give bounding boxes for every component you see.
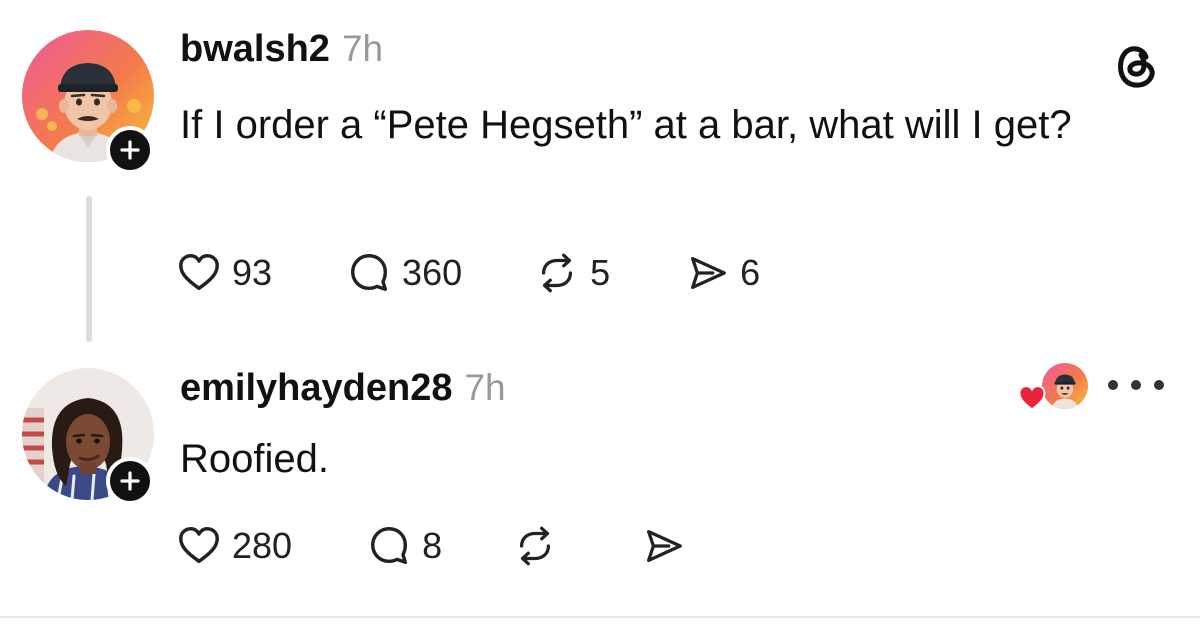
thread-reply: emilyhayden28 7h Roofied. 280 8 bbox=[0, 335, 1200, 624]
comment-bubble-icon bbox=[371, 527, 408, 565]
reply-count: 8 bbox=[422, 525, 443, 566]
username[interactable]: bwalsh2 bbox=[180, 28, 330, 71]
follow-button[interactable] bbox=[106, 457, 154, 505]
timestamp: 7h bbox=[341, 28, 384, 69]
timestamp: 7h bbox=[464, 367, 506, 408]
reply-button[interactable]: 8 bbox=[366, 521, 442, 571]
repost-count: 5 bbox=[590, 252, 611, 293]
more-dots-icon bbox=[1154, 380, 1164, 390]
repost-button[interactable]: 5 bbox=[534, 248, 610, 298]
thread-post: bwalsh2 7h If I order a “Pete Hegseth” a… bbox=[0, 0, 1200, 342]
username[interactable]: emilyhayden28 bbox=[180, 367, 452, 410]
like-count: 280 bbox=[232, 525, 293, 566]
post-header: emilyhayden28 7h bbox=[180, 367, 506, 410]
reply-button[interactable]: 360 bbox=[346, 248, 462, 298]
more-dots-icon bbox=[1131, 380, 1141, 390]
post-text: Roofied. bbox=[180, 437, 329, 481]
threads-logo-icon[interactable] bbox=[1110, 40, 1162, 92]
like-button[interactable]: 93 bbox=[176, 248, 272, 298]
plus-icon bbox=[120, 471, 140, 491]
share-send-icon bbox=[647, 529, 682, 563]
post-text: If I order a “Pete Hegseth” at a bar, wh… bbox=[180, 103, 1072, 147]
action-bar: 280 8 bbox=[176, 521, 686, 571]
divider bbox=[0, 616, 1200, 618]
post-header: bwalsh2 7h bbox=[180, 28, 383, 71]
liked-heart-icon bbox=[1018, 385, 1046, 411]
heart-icon bbox=[179, 254, 219, 291]
more-options-button[interactable] bbox=[1108, 365, 1164, 405]
like-button[interactable]: 280 bbox=[176, 521, 292, 571]
share-count: 6 bbox=[740, 252, 761, 293]
repost-button[interactable] bbox=[512, 521, 558, 571]
comment-bubble-icon bbox=[351, 254, 388, 292]
repost-icon bbox=[542, 253, 573, 293]
thread-connector-line bbox=[86, 196, 92, 342]
reply-count: 360 bbox=[402, 252, 463, 293]
plus-icon bbox=[120, 140, 140, 160]
share-button[interactable] bbox=[640, 521, 686, 571]
more-dots-icon bbox=[1108, 380, 1118, 390]
author-avatar bbox=[1042, 363, 1088, 409]
liked-by-author-indicator bbox=[1016, 361, 1088, 413]
share-send-icon bbox=[691, 256, 727, 290]
heart-icon bbox=[179, 527, 219, 564]
share-button[interactable]: 6 bbox=[684, 248, 760, 298]
follow-button[interactable] bbox=[106, 126, 154, 174]
memoji-avatar-icon bbox=[1042, 363, 1088, 409]
repost-icon bbox=[520, 526, 551, 566]
action-bar: 93 360 5 6 bbox=[176, 248, 760, 298]
like-count: 93 bbox=[232, 252, 273, 293]
